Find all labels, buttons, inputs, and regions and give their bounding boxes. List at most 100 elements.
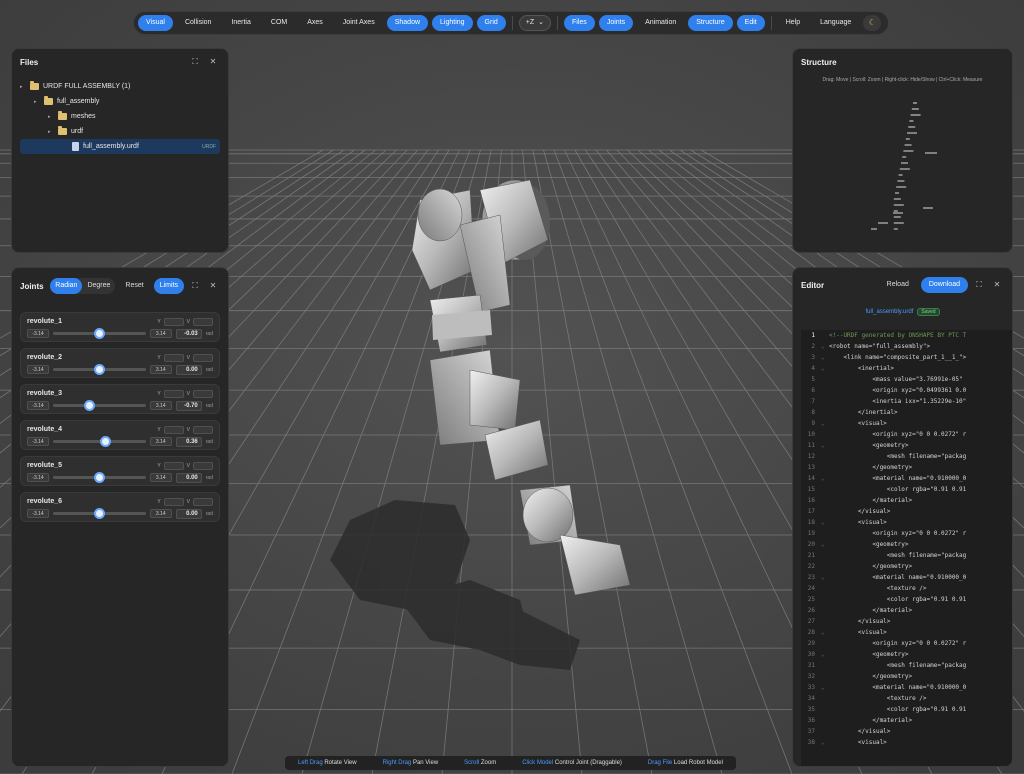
caret-right-icon[interactable]: ▸ (20, 84, 26, 90)
fold-chevron-icon[interactable]: ⌄ (821, 682, 829, 693)
collision-toggle[interactable]: Collision (177, 15, 219, 31)
fold-chevron-icon[interactable] (821, 583, 829, 594)
fold-chevron-icon[interactable] (821, 484, 829, 495)
code-line[interactable]: 28 ⌄ <visual> (801, 627, 1012, 638)
structure-toggle[interactable]: Structure (688, 15, 733, 31)
expand-icon[interactable]: ⛶ (972, 278, 986, 292)
max-limit-field[interactable] (193, 461, 213, 470)
joint-value-input[interactable]: 0.00 (175, 472, 202, 483)
folder-item[interactable]: ▸ urdf (20, 124, 220, 139)
fold-chevron-icon[interactable]: ⌄ (821, 649, 829, 660)
fold-chevron-icon[interactable] (821, 550, 829, 561)
code-line[interactable]: 27 </visual> (801, 616, 1012, 627)
code-line[interactable]: 4 ⌄ <inertial> (801, 363, 1012, 374)
slider-thumb[interactable] (94, 472, 106, 483)
joint-slider[interactable] (53, 400, 146, 411)
fold-chevron-icon[interactable] (821, 385, 829, 396)
fold-chevron-icon[interactable] (821, 462, 829, 473)
slider-thumb[interactable] (94, 508, 106, 519)
fold-chevron-icon[interactable]: ⌄ (821, 440, 829, 451)
fold-chevron-icon[interactable]: ⌄ (821, 363, 829, 374)
dark-mode-moon-icon[interactable]: ☾ (863, 15, 882, 31)
joints-toggle[interactable]: Joints (598, 15, 634, 31)
expand-icon[interactable]: ⛶ (188, 55, 202, 69)
axes-toggle[interactable]: Axes (299, 15, 331, 31)
fold-chevron-icon[interactable] (821, 396, 829, 407)
max-limit-field[interactable] (193, 389, 213, 398)
fold-chevron-icon[interactable] (821, 594, 829, 605)
code-line[interactable]: 6 <origin xyz="0.0499361 0.0 (801, 385, 1012, 396)
fold-chevron-icon[interactable]: ⌄ (821, 737, 829, 748)
min-limit-field[interactable] (163, 317, 184, 326)
folder-item[interactable]: ▸ meshes (20, 109, 220, 124)
code-line[interactable]: 25 <color rgba="0.91 0.91 (801, 594, 1012, 605)
help-button[interactable]: Help (778, 15, 808, 31)
fold-chevron-icon[interactable]: ⌄ (821, 517, 829, 528)
code-line[interactable]: 38 ⌄ <visual> (801, 737, 1012, 748)
joint-value-input[interactable]: 0.00 (175, 508, 202, 519)
min-limit-field[interactable] (163, 497, 184, 506)
fold-chevron-icon[interactable]: ⌄ (821, 418, 829, 429)
joint-axes-toggle[interactable]: Joint Axes (335, 15, 383, 31)
code-line[interactable]: 7 <inertia ixx="1.35229e-10" (801, 396, 1012, 407)
caret-right-icon[interactable]: ▸ (48, 114, 54, 120)
slider-thumb[interactable] (99, 436, 111, 447)
code-line[interactable]: 16 </material> (801, 495, 1012, 506)
edit-toggle[interactable]: Edit (736, 15, 765, 31)
caret-right-icon[interactable]: ▸ (48, 129, 54, 135)
reload-button[interactable]: Reload (879, 277, 917, 293)
code-line[interactable]: 10 <origin xyz="0 0 0.0272" r (801, 429, 1012, 440)
fold-chevron-icon[interactable] (821, 605, 829, 616)
fold-chevron-icon[interactable] (821, 660, 829, 671)
fold-chevron-icon[interactable] (821, 495, 829, 506)
fold-chevron-icon[interactable] (821, 561, 829, 572)
code-line[interactable]: 31 <mesh filename="packag (801, 660, 1012, 671)
fold-chevron-icon[interactable] (821, 451, 829, 462)
joint-slider[interactable] (53, 364, 146, 375)
code-editor[interactable]: 1 <!--URDF generated by ONSHAPE BY PTC T… (801, 330, 1012, 766)
folder-item[interactable]: ▸ full_assembly (20, 94, 220, 109)
fold-chevron-icon[interactable]: ⌄ (821, 473, 829, 484)
joint-value-input[interactable]: -0.03 (175, 328, 202, 339)
fold-chevron-icon[interactable] (821, 726, 829, 737)
caret-right-icon[interactable]: ▸ (34, 99, 40, 105)
code-line[interactable]: 19 <origin xyz="0 0 0.0272" r (801, 528, 1012, 539)
file-item[interactable]: full_assembly.urdf URDF (20, 139, 220, 154)
max-limit-field[interactable] (193, 317, 213, 326)
shadow-toggle[interactable]: Shadow (386, 15, 429, 31)
code-line[interactable]: 5 <mass value="3.76991e-05" (801, 374, 1012, 385)
fold-chevron-icon[interactable] (821, 616, 829, 627)
download-button[interactable]: Download (920, 277, 968, 293)
code-line[interactable]: 35 <color rgba="0.91 0.91 (801, 704, 1012, 715)
code-line[interactable]: 22 </geometry> (801, 561, 1012, 572)
code-line[interactable]: 1 <!--URDF generated by ONSHAPE BY PTC T (801, 330, 1012, 341)
min-limit-field[interactable] (163, 389, 184, 398)
close-icon[interactable]: ✕ (206, 279, 220, 293)
close-icon[interactable]: ✕ (206, 55, 220, 69)
fold-chevron-icon[interactable] (821, 506, 829, 517)
inertia-toggle[interactable]: Inertia (223, 15, 258, 31)
code-line[interactable]: 33 ⌄ <material name="0.910000_0 (801, 682, 1012, 693)
editor-filename[interactable]: full_assembly.urdf (865, 309, 913, 315)
structure-tree-canvas[interactable] (793, 83, 1012, 243)
joint-value-input[interactable]: 0.36 (175, 436, 202, 447)
code-line[interactable]: 37 </visual> (801, 726, 1012, 737)
code-line[interactable]: 9 ⌄ <visual> (801, 418, 1012, 429)
reset-button[interactable]: Reset (119, 278, 149, 294)
expand-icon[interactable]: ⛶ (188, 279, 202, 293)
code-line[interactable]: 20 ⌄ <geometry> (801, 539, 1012, 550)
max-limit-field[interactable] (193, 497, 213, 506)
min-limit-field[interactable] (163, 353, 184, 362)
fold-chevron-icon[interactable]: ⌄ (821, 627, 829, 638)
radian-option[interactable]: Radian (50, 278, 83, 294)
code-line[interactable]: 13 </geometry> (801, 462, 1012, 473)
code-line[interactable]: 36 </material> (801, 715, 1012, 726)
code-line[interactable]: 24 <texture /> (801, 583, 1012, 594)
fold-chevron-icon[interactable] (821, 528, 829, 539)
joint-slider[interactable] (53, 436, 146, 447)
code-line[interactable]: 17 </visual> (801, 506, 1012, 517)
fold-chevron-icon[interactable]: ⌄ (821, 539, 829, 550)
code-line[interactable]: 32 </geometry> (801, 671, 1012, 682)
code-line[interactable]: 14 ⌄ <material name="0.910000_0 (801, 473, 1012, 484)
max-limit-field[interactable] (193, 425, 213, 434)
